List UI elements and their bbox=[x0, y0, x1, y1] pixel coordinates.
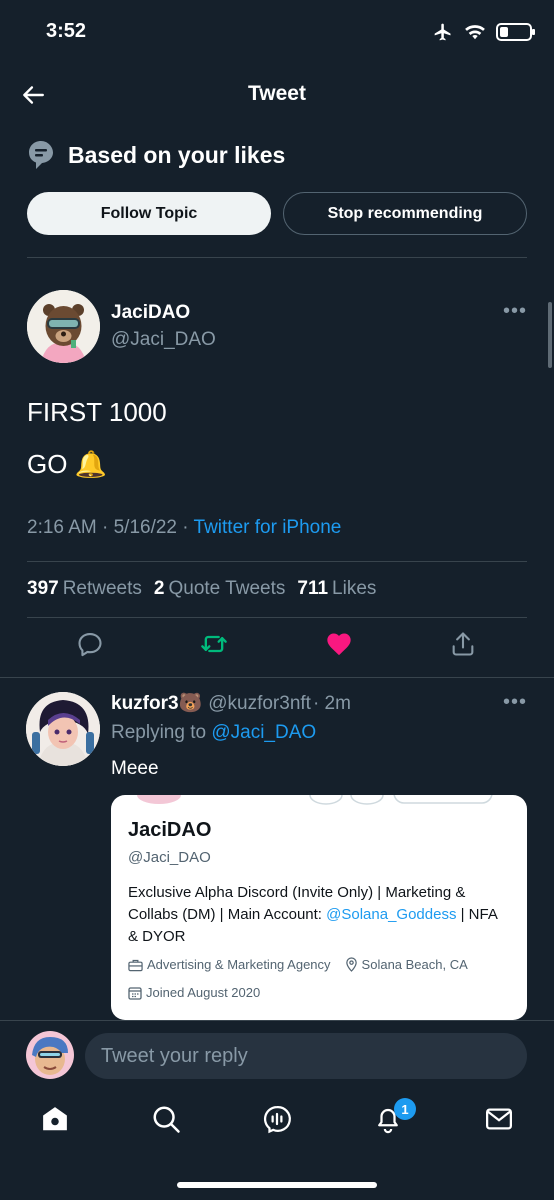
stop-recommending-button[interactable]: Stop recommending bbox=[283, 192, 527, 235]
status-bar: 3:52 bbox=[0, 0, 554, 64]
likes-label: Likes bbox=[332, 578, 377, 599]
reply-time: · 2m bbox=[312, 693, 351, 714]
notifications-badge: 1 bbox=[394, 1098, 416, 1120]
reply-bar: Tweet your reply bbox=[0, 1020, 554, 1090]
retweets-count: 397 bbox=[27, 578, 59, 599]
topic-header: Based on your likes bbox=[28, 140, 285, 170]
wifi-icon bbox=[465, 25, 485, 40]
status-icons bbox=[432, 22, 535, 42]
replying-to: Replying to @Jaci_DAO bbox=[111, 722, 316, 744]
like-icon[interactable] bbox=[325, 630, 353, 658]
reply-input[interactable]: Tweet your reply bbox=[85, 1033, 527, 1079]
scrollbar[interactable] bbox=[548, 302, 552, 368]
location-pin-icon bbox=[345, 957, 357, 972]
divider bbox=[27, 561, 527, 562]
likes-count: 711 bbox=[297, 578, 329, 599]
card-bio-mention: @Solana_Goddess bbox=[326, 906, 457, 923]
tweet-actions bbox=[0, 630, 554, 670]
card-location-text: Solana Beach, CA bbox=[361, 957, 468, 972]
card-location: Solana Beach, CA bbox=[345, 957, 468, 972]
topic-icon bbox=[29, 141, 53, 169]
card-meta-row: Joined August 2020 bbox=[128, 985, 260, 1000]
divider bbox=[27, 257, 527, 258]
quotes-label: Quote Tweets bbox=[168, 578, 286, 599]
quotes-count: 2 bbox=[153, 578, 165, 599]
reply-more-options-icon[interactable]: ••• bbox=[503, 691, 527, 714]
reply-icon[interactable] bbox=[76, 630, 104, 658]
follow-topic-button[interactable]: Follow Topic bbox=[27, 192, 271, 235]
divider bbox=[0, 677, 554, 678]
reply-text: Meee bbox=[111, 758, 159, 779]
card-category: Advertising & Marketing Agency bbox=[128, 957, 331, 972]
likes-stat[interactable]: 711 Likes bbox=[297, 578, 376, 600]
header: Tweet bbox=[0, 64, 554, 124]
tweet-meta: 2:16 AM · 5/16/22 · Twitter for iPhone bbox=[27, 517, 341, 539]
page-title: Tweet bbox=[248, 82, 306, 105]
search-icon[interactable] bbox=[151, 1104, 181, 1134]
reply-header: kuzfor3🐻 @kuzfor3nft · 2m bbox=[111, 691, 351, 715]
card-joined: Joined August 2020 bbox=[128, 985, 260, 1000]
profile-card-image[interactable]: JaciDAO @Jaci_DAO Exclusive Alpha Discor… bbox=[111, 795, 527, 1020]
card-category-text: Advertising & Marketing Agency bbox=[147, 957, 331, 972]
replying-to-label: Replying to bbox=[111, 722, 212, 743]
home-indicator bbox=[177, 1182, 377, 1188]
home-icon[interactable] bbox=[40, 1104, 70, 1134]
reply-author-avatar[interactable] bbox=[26, 692, 100, 766]
calendar-icon bbox=[128, 986, 142, 1000]
tweet-text-line: GO 🔔 bbox=[27, 449, 108, 479]
messages-icon[interactable] bbox=[484, 1104, 514, 1134]
tweet-stats: 397 Retweets 2 Quote Tweets 711 Likes bbox=[27, 578, 378, 600]
spaces-icon[interactable] bbox=[262, 1104, 292, 1134]
author-handle[interactable]: @Jaci_DAO bbox=[111, 329, 216, 351]
card-cropped-top bbox=[137, 795, 493, 805]
battery-icon bbox=[496, 23, 535, 41]
retweet-icon[interactable] bbox=[200, 630, 228, 658]
battery-level bbox=[500, 27, 508, 37]
tweet-timestamp: 2:16 AM · 5/16/22 · bbox=[27, 517, 194, 538]
divider bbox=[27, 617, 527, 618]
quote-tweets-stat[interactable]: 2 Quote Tweets bbox=[154, 578, 285, 600]
share-icon[interactable] bbox=[449, 630, 477, 658]
topic-title: Based on your likes bbox=[68, 141, 286, 168]
card-profile-name: JaciDAO bbox=[128, 819, 212, 841]
my-avatar[interactable] bbox=[26, 1031, 74, 1079]
replying-to-handle[interactable]: @Jaci_DAO bbox=[211, 722, 316, 743]
briefcase-icon bbox=[128, 959, 143, 971]
reply-author-handle[interactable]: @kuzfor3nft bbox=[208, 693, 311, 715]
author-name[interactable]: JaciDAO bbox=[111, 302, 190, 324]
airplane-icon bbox=[434, 23, 451, 41]
card-meta-row: Advertising & Marketing Agency Solana Be… bbox=[128, 957, 468, 972]
card-profile-handle: @Jaci_DAO bbox=[128, 849, 211, 866]
more-options-icon[interactable]: ••• bbox=[503, 300, 527, 323]
retweets-stat[interactable]: 397 Retweets bbox=[27, 578, 142, 600]
card-joined-text: Joined August 2020 bbox=[146, 985, 261, 1000]
retweets-label: Retweets bbox=[62, 578, 142, 599]
tweet-text-line: FIRST 1000 bbox=[27, 397, 167, 427]
status-time: 3:52 bbox=[46, 20, 87, 42]
author-avatar[interactable] bbox=[27, 290, 100, 363]
reply-author-name[interactable]: kuzfor3🐻 bbox=[111, 691, 202, 715]
tweet-source-link[interactable]: Twitter for iPhone bbox=[194, 517, 342, 538]
card-profile-bio: Exclusive Alpha Discord (Invite Only) | … bbox=[128, 882, 500, 948]
